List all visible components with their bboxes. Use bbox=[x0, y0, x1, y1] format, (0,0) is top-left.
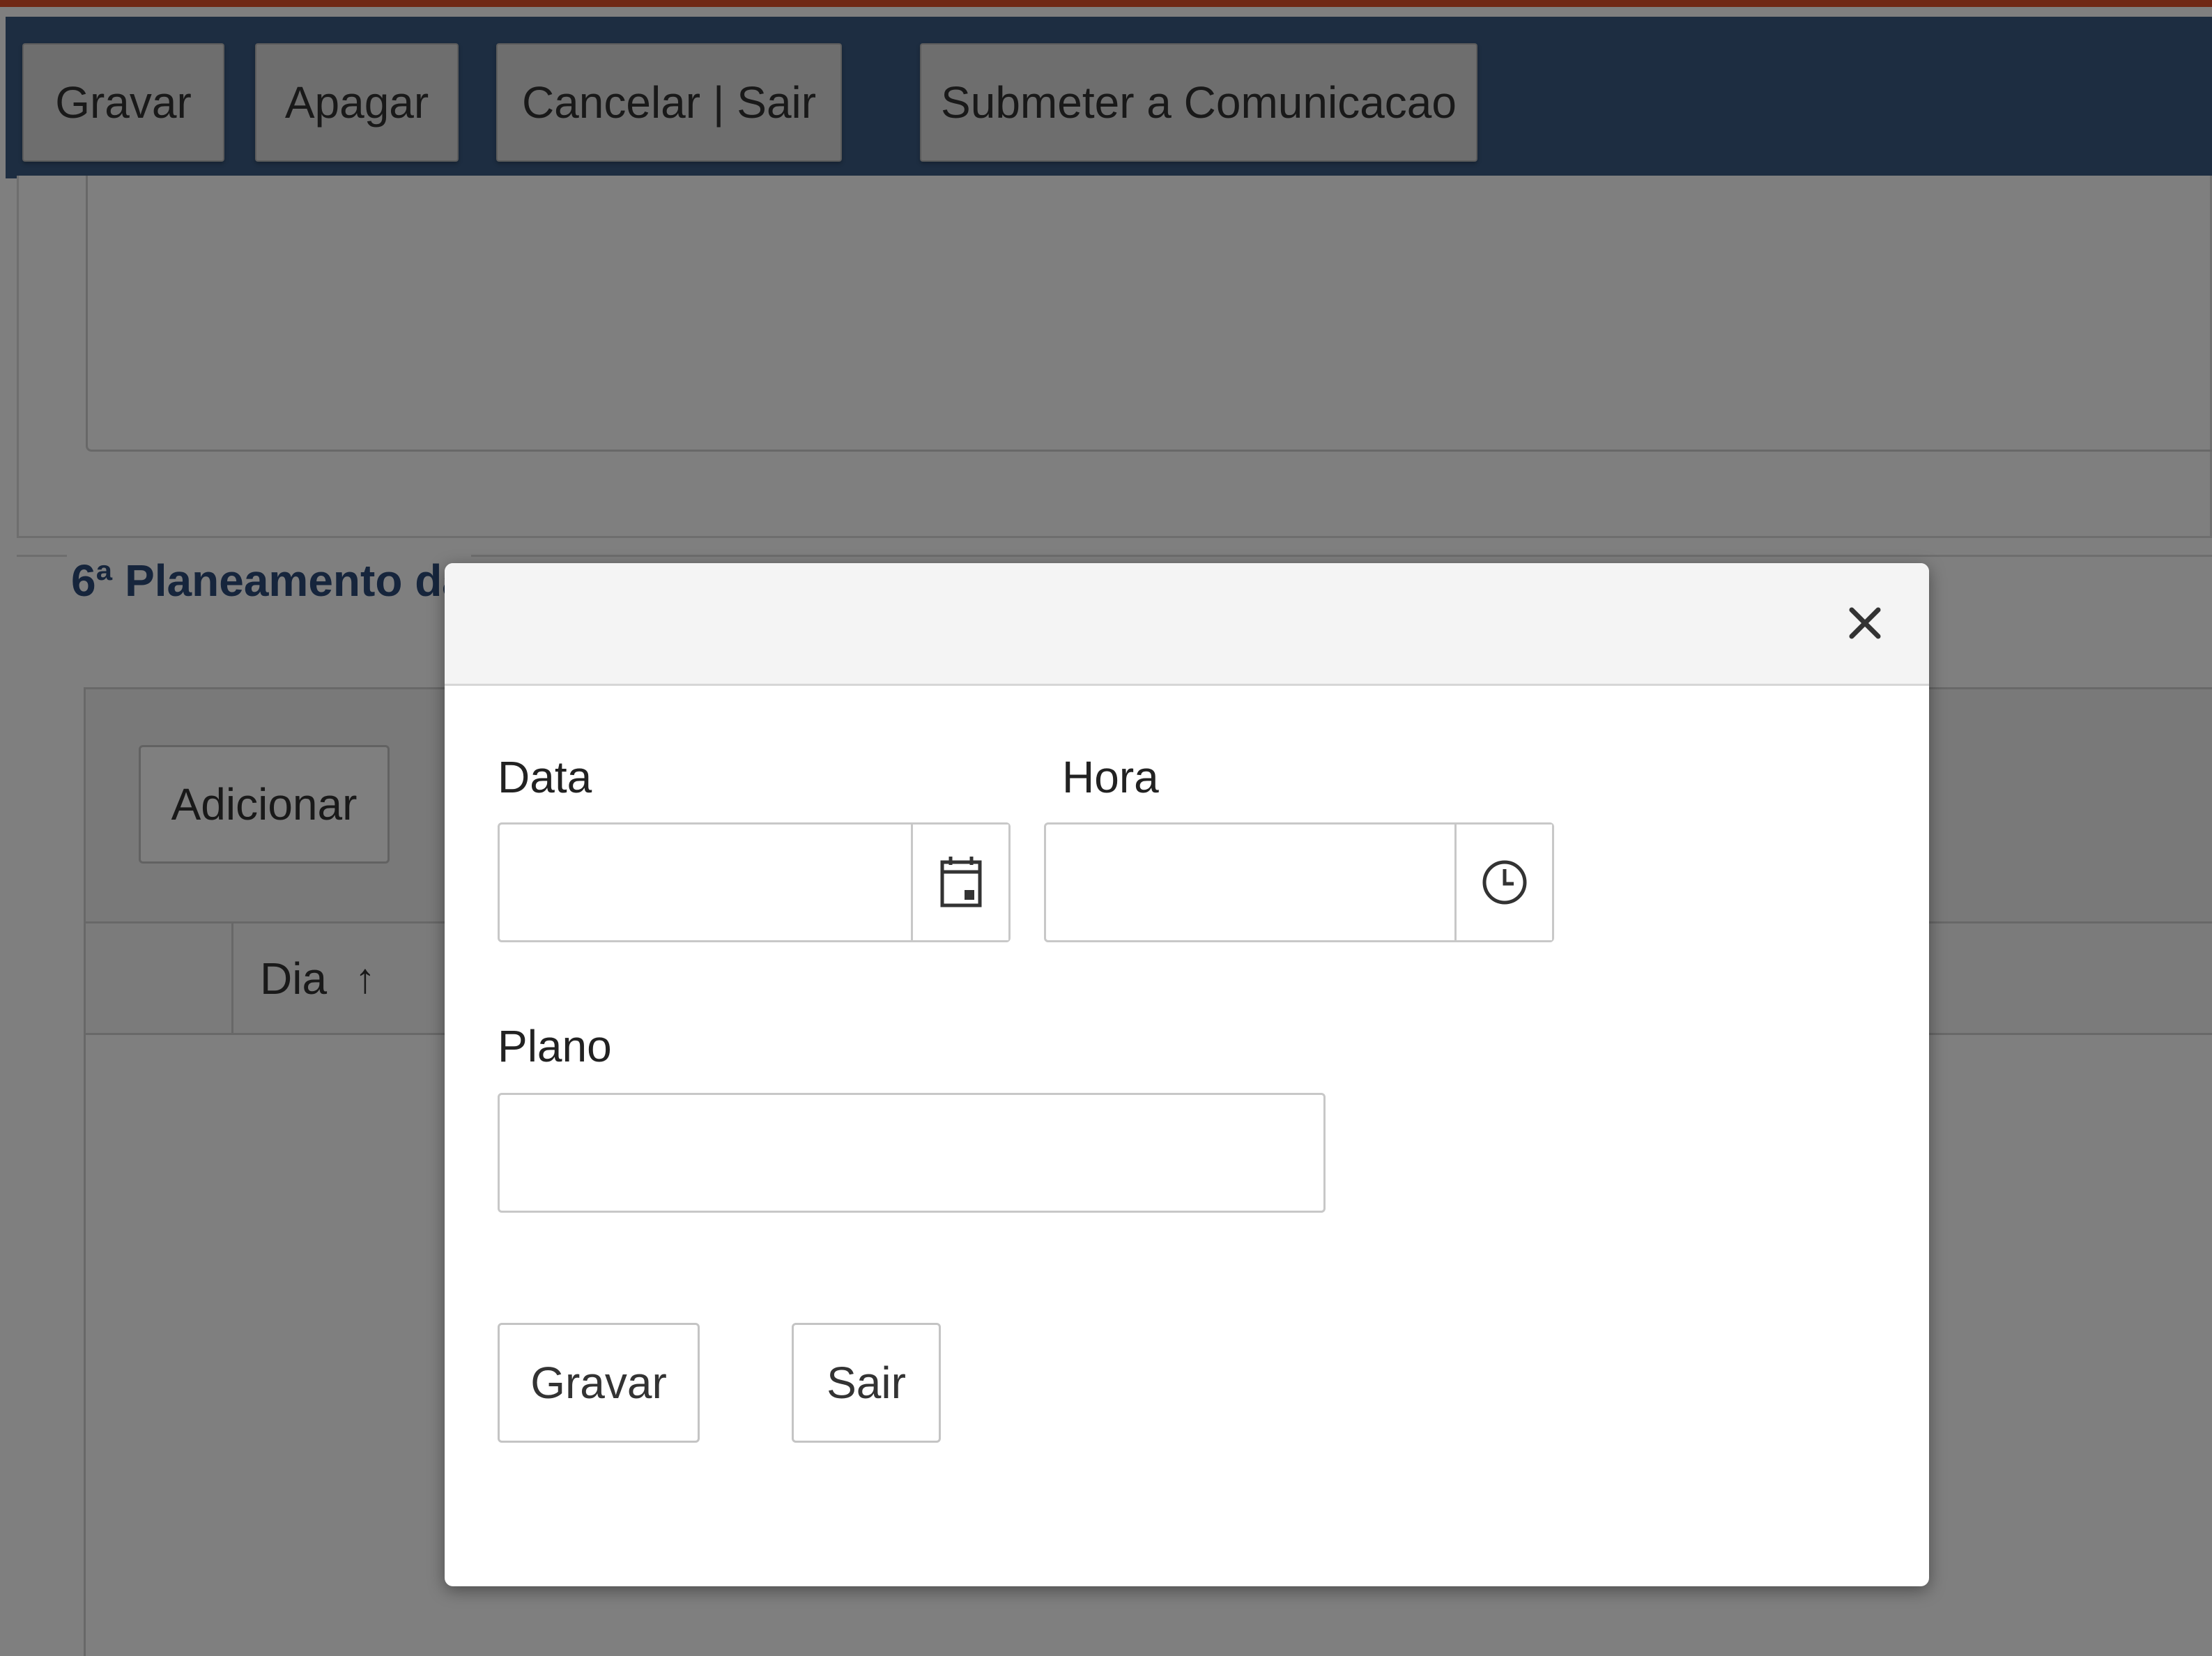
time-label: Hora bbox=[1062, 752, 1159, 802]
clock-icon bbox=[1482, 860, 1526, 905]
time-input[interactable] bbox=[1046, 825, 1454, 940]
plan-field-group bbox=[498, 1093, 1326, 1213]
modal-save-button[interactable]: Gravar bbox=[498, 1323, 700, 1443]
date-field-group bbox=[498, 822, 1011, 942]
close-button[interactable] bbox=[1837, 595, 1893, 651]
calendar-icon bbox=[940, 857, 981, 907]
time-picker-button[interactable] bbox=[1454, 825, 1552, 940]
date-picker-button[interactable] bbox=[911, 825, 1008, 940]
date-input[interactable] bbox=[500, 825, 911, 940]
plan-label: Plano bbox=[498, 1021, 612, 1071]
planning-modal: Data Hora Plano Gravar Sair bbox=[445, 563, 1929, 1586]
close-icon bbox=[1849, 607, 1881, 639]
modal-exit-button[interactable]: Sair bbox=[792, 1323, 941, 1443]
time-field-group bbox=[1044, 822, 1554, 942]
modal-header bbox=[445, 563, 1929, 686]
date-label: Data bbox=[498, 752, 592, 802]
plan-input[interactable] bbox=[500, 1095, 1323, 1211]
